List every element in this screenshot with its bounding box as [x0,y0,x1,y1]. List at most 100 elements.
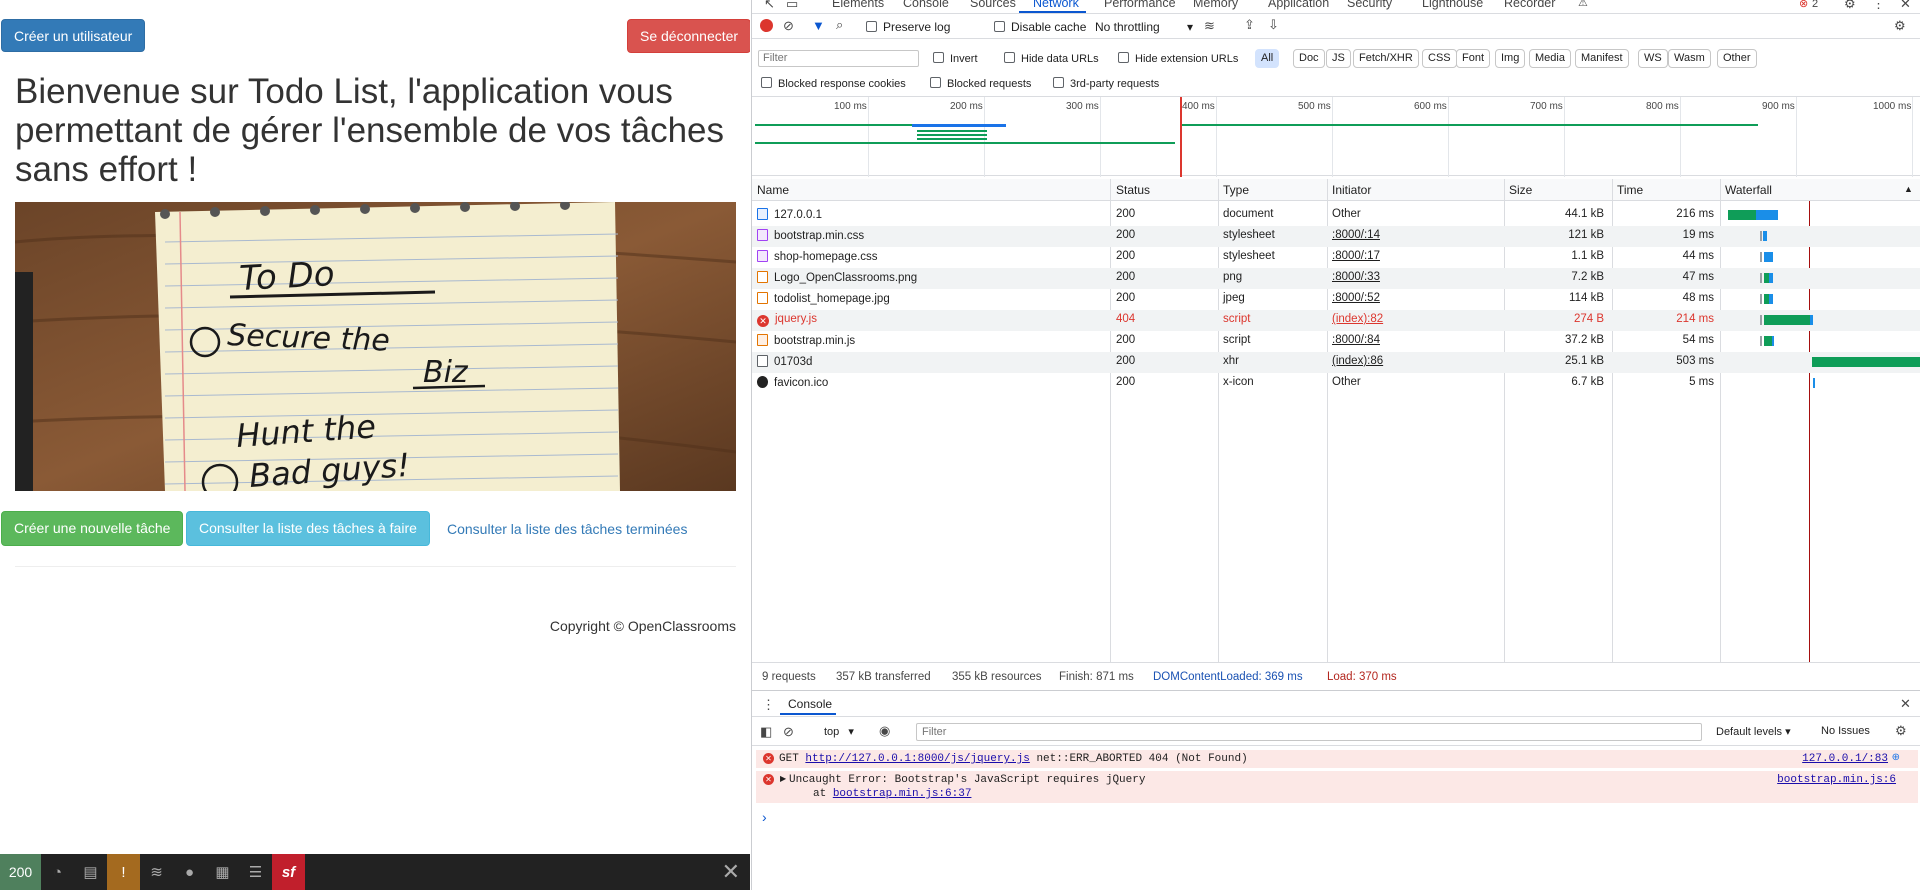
preserve-log-checkbox[interactable]: Preserve log [866,20,950,34]
symfony-icon[interactable]: sf [272,854,305,890]
message-source-link[interactable]: 127.0.0.1/:83 [1802,753,1888,765]
type-filter-css[interactable]: CSS [1422,49,1457,68]
tab-network[interactable]: Network [1033,0,1079,10]
user-icon[interactable]: ● [173,854,206,890]
type-filter-all[interactable]: All [1255,49,1280,68]
type-filter-other[interactable]: Other [1717,49,1757,68]
close-icon[interactable]: ✕ [722,861,740,883]
more-icon[interactable]: ⋮ [1872,0,1885,10]
column-type[interactable]: Type [1223,183,1249,197]
network-overview-timeline[interactable]: 100 ms 200 ms 300 ms 400 ms 500 ms 600 m… [752,96,1920,177]
request-initiator[interactable]: :8000/:52 [1332,292,1380,304]
blocked-requests-checkbox[interactable]: Blocked requests [930,77,1031,90]
third-party-checkbox[interactable]: 3rd-party requests [1053,77,1159,90]
tab-lighthouse[interactable]: Lighthouse [1422,0,1483,10]
database-icon[interactable]: ☰ [239,854,272,890]
invert-checkbox[interactable]: Invert [933,52,978,65]
hide-extension-urls-checkbox[interactable]: Hide extension URLs [1118,52,1238,65]
inspect-icon[interactable]: ↖ [764,0,775,10]
logout-button[interactable]: Se déconnecter [627,19,750,53]
issues-button[interactable]: No Issues [1821,725,1870,737]
drawer-tab-console[interactable]: Console [788,697,832,711]
disable-cache-checkbox[interactable]: Disable cache [994,20,1086,34]
filter-icon[interactable]: ▼ [812,19,825,32]
error-badge-icon[interactable]: ⊗ [1799,0,1808,11]
network-conditions-icon[interactable]: ≋ [1204,19,1215,32]
layers-icon[interactable]: ≋ [140,854,173,890]
table-row[interactable]: 127.0.0.1 200 document Other 44.1 kB 216… [752,205,1920,226]
table-row[interactable]: todolist_homepage.jpg 200 jpeg :8000/:52… [752,289,1920,310]
console-prompt[interactable]: › [762,809,767,825]
throttling-select[interactable]: No throttling ▾ [1095,20,1193,34]
table-row[interactable]: favicon.ico 200 x-icon Other 6.7 kB 5 ms [752,373,1920,394]
request-initiator[interactable]: :8000/:17 [1332,250,1380,262]
done-list-link[interactable]: Consulter la liste des tâches terminées [447,519,687,539]
device-toolbar-icon[interactable]: ▭ [786,0,798,10]
table-row[interactable]: Logo_OpenClassrooms.png 200 png :8000/:3… [752,268,1920,289]
request-initiator[interactable]: (index):82 [1332,313,1383,325]
type-filter-wasm[interactable]: Wasm [1668,49,1711,68]
tab-memory[interactable]: Memory [1193,0,1238,10]
alert-icon[interactable]: ! [107,854,140,890]
request-initiator[interactable]: :8000/:33 [1332,271,1380,283]
column-time[interactable]: Time [1617,183,1643,197]
clear-console-icon[interactable]: ⊘ [783,725,794,738]
column-name[interactable]: Name [757,183,789,197]
table-row[interactable]: 01703d 200 xhr (index):86 25.1 kB 503 ms [752,352,1920,373]
status-code-badge[interactable]: 200 [0,854,41,890]
tab-sources[interactable]: Sources [970,0,1016,10]
request-initiator[interactable]: :8000/:84 [1332,334,1380,346]
stack-link[interactable]: bootstrap.min.js:6:37 [833,788,972,800]
column-status[interactable]: Status [1116,183,1150,197]
column-initiator[interactable]: Initiator [1332,183,1371,197]
sidebar-toggle-icon[interactable]: ◧ [760,725,772,738]
request-initiator[interactable]: (index):86 [1332,355,1383,367]
table-row[interactable]: bootstrap.min.css 200 stylesheet :8000/:… [752,226,1920,247]
todo-list-button[interactable]: Consulter la liste des tâches à faire [186,511,430,546]
column-waterfall[interactable]: Waterfall [1725,183,1772,197]
network-settings-icon[interactable]: ⚙ [1894,19,1906,32]
tab-console[interactable]: Console [903,0,949,10]
export-icon[interactable]: ⇩ [1268,18,1279,31]
type-filter-media[interactable]: Media [1529,49,1571,68]
request-initiator[interactable]: :8000/:14 [1332,229,1380,241]
eye-icon[interactable]: ◉ [879,724,890,737]
globe-icon[interactable]: ⊕ [1892,752,1900,763]
blocked-cookies-checkbox[interactable]: Blocked response cookies [761,77,906,90]
type-filter-img[interactable]: Img [1495,49,1526,68]
type-filter-js[interactable]: JS [1326,49,1351,68]
type-filter-font[interactable]: Font [1456,49,1491,68]
message-url-link[interactable]: http://127.0.0.1:8000/js/jquery.js [805,753,1029,765]
table-row[interactable]: bootstrap.min.js 200 script :8000/:84 37… [752,331,1920,352]
close-drawer-icon[interactable]: ✕ [1900,697,1911,710]
tab-elements[interactable]: Elements [832,0,884,10]
column-size[interactable]: Size [1509,183,1532,197]
table-row[interactable]: ✕ jquery.js 404 script (index):82 274 B 2… [752,310,1920,331]
form-icon[interactable]: ▦ [206,854,239,890]
table-row[interactable]: shop-homepage.css 200 stylesheet :8000/:… [752,247,1920,268]
tab-security[interactable]: Security [1347,0,1392,10]
create-task-button[interactable]: Créer une nouvelle tâche [1,511,184,546]
type-filter-ws[interactable]: WS [1638,49,1668,68]
memory-icon[interactable]: ▤ [74,854,107,890]
type-filter-doc[interactable]: Doc [1293,49,1325,68]
import-icon[interactable]: ⇪ [1244,18,1255,31]
console-settings-icon[interactable]: ⚙ [1895,724,1907,737]
tab-performance[interactable]: Performance [1104,0,1176,10]
context-select[interactable]: top ▾ [824,725,854,738]
timer-icon[interactable]: ◔ [41,854,74,890]
tab-recorder[interactable]: Recorder [1504,0,1555,10]
drawer-menu-icon[interactable]: ⋮ [762,698,775,711]
network-filter-input[interactable]: Filter [758,50,919,67]
message-source-link[interactable]: bootstrap.min.js:6 [1777,774,1896,786]
search-icon[interactable]: ⌕ [836,18,843,31]
type-filter-manifest[interactable]: Manifest [1575,49,1629,68]
record-icon[interactable] [760,19,773,32]
log-levels-select[interactable]: Default levels ▾ [1716,725,1791,738]
hide-data-urls-checkbox[interactable]: Hide data URLs [1004,52,1099,65]
console-filter-input[interactable]: Filter [916,723,1702,741]
tab-application[interactable]: Application [1268,0,1329,10]
expand-triangle-icon[interactable]: ▶ [780,774,786,783]
clear-icon[interactable]: ⊘ [783,19,794,32]
close-devtools-icon[interactable]: ✕ [1900,0,1911,10]
